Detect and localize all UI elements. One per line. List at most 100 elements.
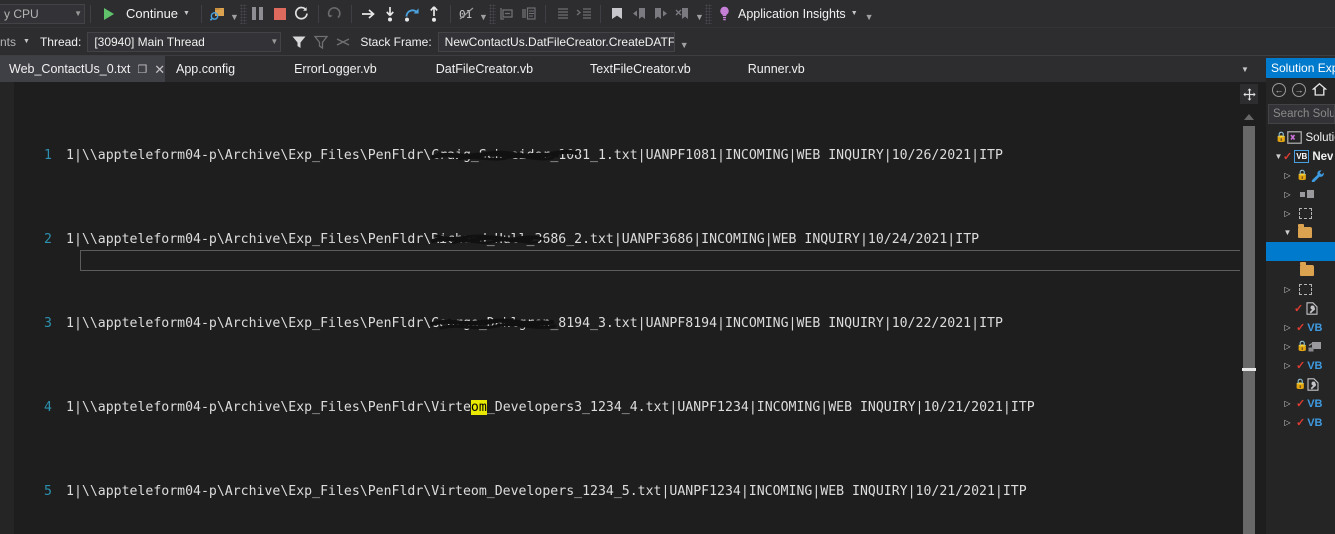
expander-open-icon[interactable]: ▼	[1274, 152, 1283, 161]
tree-item-config-file-1[interactable]: ✓	[1266, 299, 1335, 318]
toggle-bookmark-button	[606, 3, 628, 25]
expander-closed-icon[interactable]: ▷	[1283, 399, 1292, 408]
line-number: 5	[44, 484, 52, 499]
vb-file-icon: VB	[1307, 397, 1323, 410]
checkmark-icon: ✓	[1296, 360, 1306, 372]
resources-icon	[1308, 341, 1322, 353]
expander-closed-icon[interactable]: ▷	[1283, 190, 1292, 199]
tree-item-selected[interactable]	[1266, 242, 1335, 261]
insights-overflow-icon[interactable]: ▼	[864, 3, 875, 25]
checkmark-icon: ✓	[1296, 398, 1306, 410]
tree-item-my-project[interactable]: ▷ 🔒	[1266, 166, 1335, 185]
editor-split-handle[interactable]	[1240, 84, 1258, 104]
scrollbar-caret-marker	[1242, 368, 1256, 371]
scrollbar-thumb[interactable]	[1243, 126, 1255, 534]
expander-closed-icon[interactable]: ▷	[1283, 209, 1292, 218]
line-prefix: 1|\\appteleform04-p\Archive\Exp_Files\Pe…	[66, 316, 432, 331]
wrench-glyph-icon	[1312, 170, 1325, 182]
code-editor[interactable]: 1 1|\\appteleform04-p\Archive\Exp_Files\…	[0, 82, 1258, 534]
tree-item-folder-dashed[interactable]: ▷	[1266, 204, 1335, 223]
stop-debugging-button[interactable]	[269, 3, 291, 25]
lightbulb-icon	[720, 6, 730, 21]
scribble-redaction-icon	[431, 149, 580, 161]
toolbar-separator	[90, 4, 91, 23]
tab-app-config[interactable]: App.config	[165, 56, 285, 82]
close-icon[interactable]: ✕	[154, 63, 165, 76]
continue-label-button[interactable]: Continue ▼	[120, 3, 196, 25]
step-into-button[interactable]	[379, 3, 401, 25]
pin-icon[interactable]: ❐	[137, 63, 147, 76]
active-files-dropdown-icon[interactable]: ▼	[1235, 56, 1255, 82]
expander-closed-icon[interactable]: ▷	[1283, 323, 1292, 332]
thread-combo[interactable]: [30940] Main Thread ▼	[87, 31, 282, 52]
chevron-down-icon[interactable]: ▼	[23, 38, 30, 45]
application-insights-label-button[interactable]: Application Insights ▼	[736, 3, 864, 25]
toolbar-separator	[317, 4, 319, 23]
back-button[interactable]: ←	[1272, 83, 1286, 97]
config-file-glyph-icon	[1306, 302, 1318, 315]
thread-label: Thread:	[39, 34, 82, 49]
tab-web-contactus-0-txt[interactable]: Web_ContactUs_0.txt ❐ ✕	[0, 56, 165, 82]
tree-item-project[interactable]: ▼ ✓ VB Nev	[1266, 147, 1335, 166]
tab-textfilecreator-vb[interactable]: TextFileCreator.vb	[581, 56, 739, 82]
show-next-statement-button[interactable]	[357, 3, 379, 25]
stack-frame-combo[interactable]: NewContactUs.DatFileCreator.CreateDATF ▼	[437, 31, 675, 52]
tree-item-subfolder[interactable]	[1266, 261, 1335, 280]
restart-button[interactable]	[291, 3, 313, 25]
filter-to-current-process-button[interactable]	[288, 31, 310, 53]
tab-runner-vb[interactable]: Runner.vb	[739, 56, 814, 82]
vb-file-icon: VB	[1307, 321, 1323, 334]
tree-item-vb-file-3[interactable]: ▷ ✓ VB	[1266, 394, 1335, 413]
break-all-button[interactable]	[247, 3, 269, 25]
home-icon[interactable]	[1311, 82, 1328, 99]
stop-icon	[273, 7, 286, 20]
editor-vertical-scrollbar[interactable]	[1240, 82, 1258, 534]
flag-just-my-code-button	[310, 31, 332, 53]
current-line-highlight-box	[80, 250, 1258, 271]
decrease-indent-button	[551, 3, 573, 25]
scroll-up-button[interactable]	[1243, 112, 1255, 122]
solution-search-input[interactable]: Search Solut	[1268, 104, 1335, 124]
expander-closed-icon[interactable]: ▷	[1283, 342, 1292, 351]
process-combo-label[interactable]: nts	[0, 35, 22, 49]
expander-closed-icon[interactable]: ▷	[1283, 285, 1292, 294]
forward-button[interactable]: →	[1292, 83, 1306, 97]
application-insights-button[interactable]	[714, 3, 736, 25]
tree-item-resources[interactable]: ▷ 🔒	[1266, 337, 1335, 356]
chevron-down-icon[interactable]: ▼	[851, 10, 858, 17]
tree-item-vb-file-2[interactable]: ▷ ✓ VB	[1266, 356, 1335, 375]
tree-item-vb-file-1[interactable]: ▷ ✓ VB	[1266, 318, 1335, 337]
visual-studio-window: y CPU ▼ Continue ▼ ▼ ▼ ▼ Application Ins…	[0, 0, 1335, 534]
expander-closed-icon[interactable]: ▷	[1283, 418, 1292, 427]
location-overflow-icon[interactable]: ▼	[679, 31, 690, 53]
line-suffix: _3686_2.txt|UANPF3686|INCOMING|WEB INQUI…	[526, 232, 980, 247]
expander-open-icon[interactable]: ▼	[1283, 228, 1292, 237]
vb-file-icon: VB	[1307, 359, 1323, 372]
expander-closed-icon[interactable]: ▷	[1283, 171, 1292, 180]
tree-item-vb-file-4[interactable]: ▷ ✓ VB	[1266, 413, 1335, 432]
tree-item-folder-open[interactable]: ▼	[1266, 223, 1335, 242]
play-icon	[104, 7, 114, 20]
split-view-icon	[1242, 87, 1256, 101]
chevron-down-icon: ▼	[74, 9, 82, 18]
chevron-down-icon[interactable]: ▼	[183, 10, 190, 17]
expander-closed-icon[interactable]: ▷	[1283, 361, 1292, 370]
continue-button[interactable]	[98, 3, 120, 25]
bookmark-icon	[611, 7, 622, 19]
tree-item-solution[interactable]: 🔒 Solutio	[1266, 128, 1335, 147]
increase-indent-button	[573, 3, 595, 25]
tree-item-config-file-2[interactable]: 🔒	[1266, 375, 1335, 394]
attach-dropdown-icon[interactable]: ▼	[229, 3, 240, 25]
attach-to-process-button[interactable]	[207, 3, 229, 25]
tab-datfilecreator-vb[interactable]: DatFileCreator.vb	[427, 56, 581, 82]
step-over-button[interactable]	[401, 3, 423, 25]
solution-explorer-panel: Solution Exp ← → Search Solut 🔒 Soluti ▼…	[1266, 58, 1335, 534]
tree-item-references[interactable]: ▷	[1266, 185, 1335, 204]
tab-errorlogger-vb[interactable]: ErrorLogger.vb	[285, 56, 427, 82]
editor-text-area[interactable]: 1 1|\\appteleform04-p\Archive\Exp_Files\…	[14, 82, 1258, 534]
solution-platform-combo[interactable]: y CPU ▼	[0, 3, 85, 24]
hex-display-icon: 01	[459, 7, 474, 21]
previous-bookmark-icon	[632, 7, 645, 19]
tree-item-dashed-2[interactable]: ▷	[1266, 280, 1335, 299]
step-out-button[interactable]	[423, 3, 445, 25]
